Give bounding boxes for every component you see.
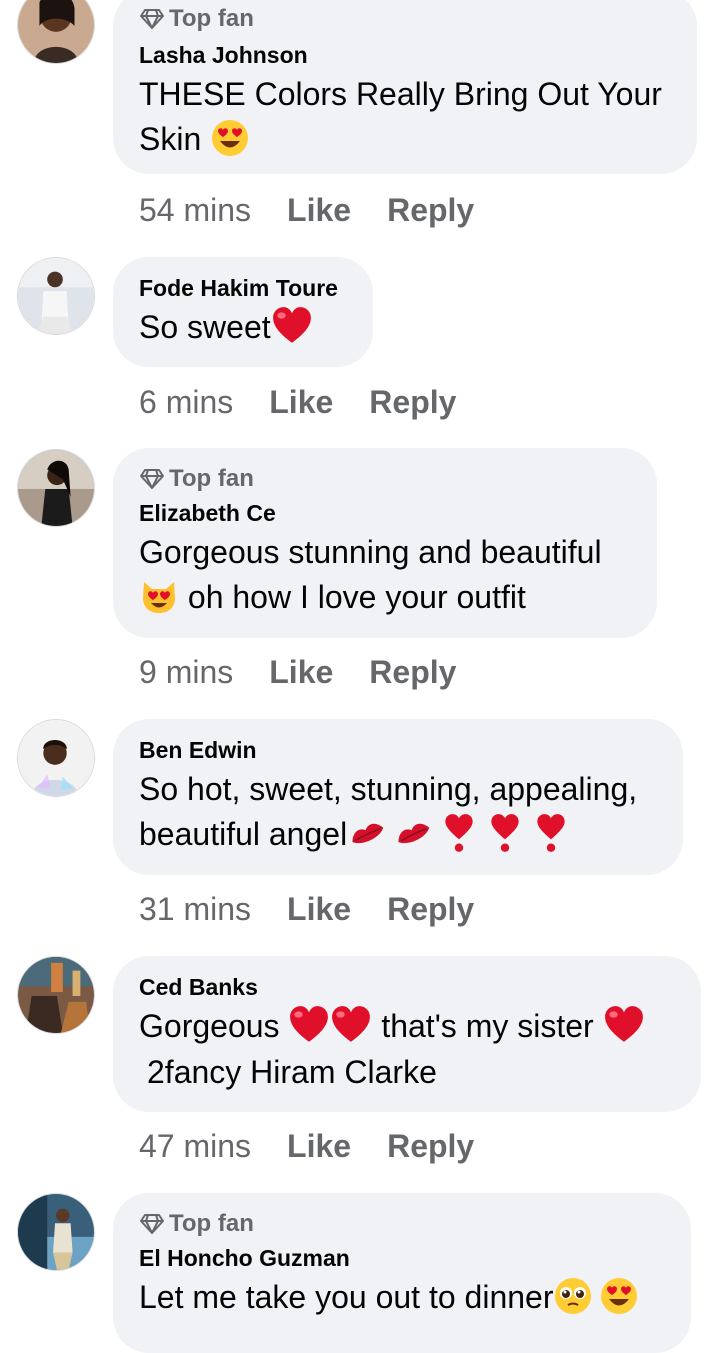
comment-text: THESE Colors Really Bring Out Your Skin [139, 72, 671, 162]
comment-text: Let me take you out to dinner [139, 1275, 665, 1320]
avatar[interactable] [17, 719, 95, 797]
comment-author[interactable]: Fode Hakim Toure [139, 273, 347, 303]
reply-button[interactable]: Reply [369, 654, 456, 690]
comment-text: Gorgeous that's my sister 2fancy Hiram C… [139, 1004, 675, 1095]
heart-exclamation-emoji [443, 812, 475, 854]
comment-bubble[interactable]: Fode Hakim Toure So sweet [113, 257, 373, 367]
red-heart-emoji [288, 1004, 330, 1046]
badge-label: Top fan [169, 5, 254, 32]
heart-eyes-emoji [210, 118, 250, 158]
kiss-mark-emoji [347, 813, 387, 853]
like-button[interactable]: Like [287, 192, 351, 228]
comment-text: Gorgeous stunning and beautiful oh how I… [139, 530, 631, 620]
reply-button[interactable]: Reply [387, 192, 474, 228]
comment-text-line: Gorgeous that's my sister [139, 1004, 675, 1050]
badge-label: Top fan [169, 465, 254, 492]
comment-text-line: beautiful angel [139, 812, 657, 858]
avatar[interactable] [17, 1193, 95, 1271]
comment-bubble[interactable]: Top fan Lasha Johnson THESE Colors Reall… [113, 0, 697, 174]
like-button[interactable]: Like [269, 654, 333, 690]
comment-author[interactable]: Ben Edwin [139, 735, 657, 765]
comment-actions: 6 mins Like Reply [139, 382, 492, 422]
comment-bubble[interactable]: Top fan Elizabeth Ce Gorgeous stunning a… [113, 448, 657, 638]
diamond-icon [139, 1213, 165, 1235]
avatar[interactable] [17, 257, 95, 335]
like-button[interactable]: Like [269, 384, 333, 420]
comment-author[interactable]: Lasha Johnson [139, 40, 671, 70]
comment-actions: 9 mins Like Reply [139, 652, 492, 692]
red-heart-emoji [603, 1004, 645, 1046]
comment-text: So hot, sweet, stunning, appealing, beau… [139, 767, 657, 858]
comment-bubble[interactable]: Ben Edwin So hot, sweet, stunning, appea… [113, 719, 683, 875]
kiss-mark-emoji [393, 813, 433, 853]
top-fan-badge: Top fan [139, 4, 671, 34]
diamond-icon [139, 8, 165, 30]
reply-button[interactable]: Reply [369, 384, 456, 420]
comment-text-line: Skin [139, 117, 671, 162]
comment-text-line: So hot, sweet, stunning, appealing, [139, 771, 638, 807]
heart-exclamation-emoji [535, 812, 567, 854]
comment-timestamp[interactable]: 47 mins [139, 1128, 251, 1164]
comment-timestamp[interactable]: 54 mins [139, 192, 251, 228]
avatar[interactable] [17, 956, 95, 1034]
heart-exclamation-emoji [489, 812, 521, 854]
comment-bubble[interactable]: Ced Banks Gorgeous that's my sister 2fan… [113, 956, 701, 1112]
like-button[interactable]: Like [287, 1128, 351, 1164]
top-fan-badge: Top fan [139, 464, 631, 494]
comment-text: So sweet [139, 305, 347, 351]
heart-eyes-emoji [599, 1276, 639, 1316]
comment-text-line: THESE Colors Really Bring Out Your [139, 76, 662, 112]
reply-button[interactable]: Reply [387, 891, 474, 927]
red-heart-emoji [271, 305, 313, 347]
comment-text-line: oh how I love your outfit [139, 575, 631, 620]
comment-author[interactable]: El Honcho Guzman [139, 1243, 665, 1273]
comment-timestamp[interactable]: 6 mins [139, 384, 233, 420]
mention-link[interactable]: 2fancy Hiram Clarke [147, 1054, 437, 1090]
reply-button[interactable]: Reply [387, 1128, 474, 1164]
badge-label: Top fan [169, 1210, 254, 1237]
comment-timestamp[interactable]: 9 mins [139, 654, 233, 690]
pleading-face-emoji [553, 1276, 593, 1316]
comment-text-line: 2fancy Hiram Clarke [139, 1050, 675, 1095]
heart-eyes-cat-emoji [139, 576, 179, 616]
comment-timestamp[interactable]: 31 mins [139, 891, 251, 927]
avatar[interactable] [17, 449, 95, 527]
comment-bubble[interactable]: Top fan El Honcho Guzman Let me take you… [113, 1193, 691, 1353]
comment-author[interactable]: Ced Banks [139, 972, 675, 1002]
comment-actions: 47 mins Like Reply [139, 1126, 510, 1166]
comment-actions: 54 mins Like Reply [139, 190, 510, 230]
comment-actions: 31 mins Like Reply [139, 889, 510, 929]
diamond-icon [139, 468, 165, 490]
top-fan-badge: Top fan [139, 1209, 665, 1239]
comment-text-line: Gorgeous stunning and beautiful [139, 534, 602, 570]
comment-author[interactable]: Elizabeth Ce [139, 498, 631, 528]
avatar[interactable] [17, 0, 95, 64]
red-heart-emoji [330, 1004, 372, 1046]
like-button[interactable]: Like [287, 891, 351, 927]
